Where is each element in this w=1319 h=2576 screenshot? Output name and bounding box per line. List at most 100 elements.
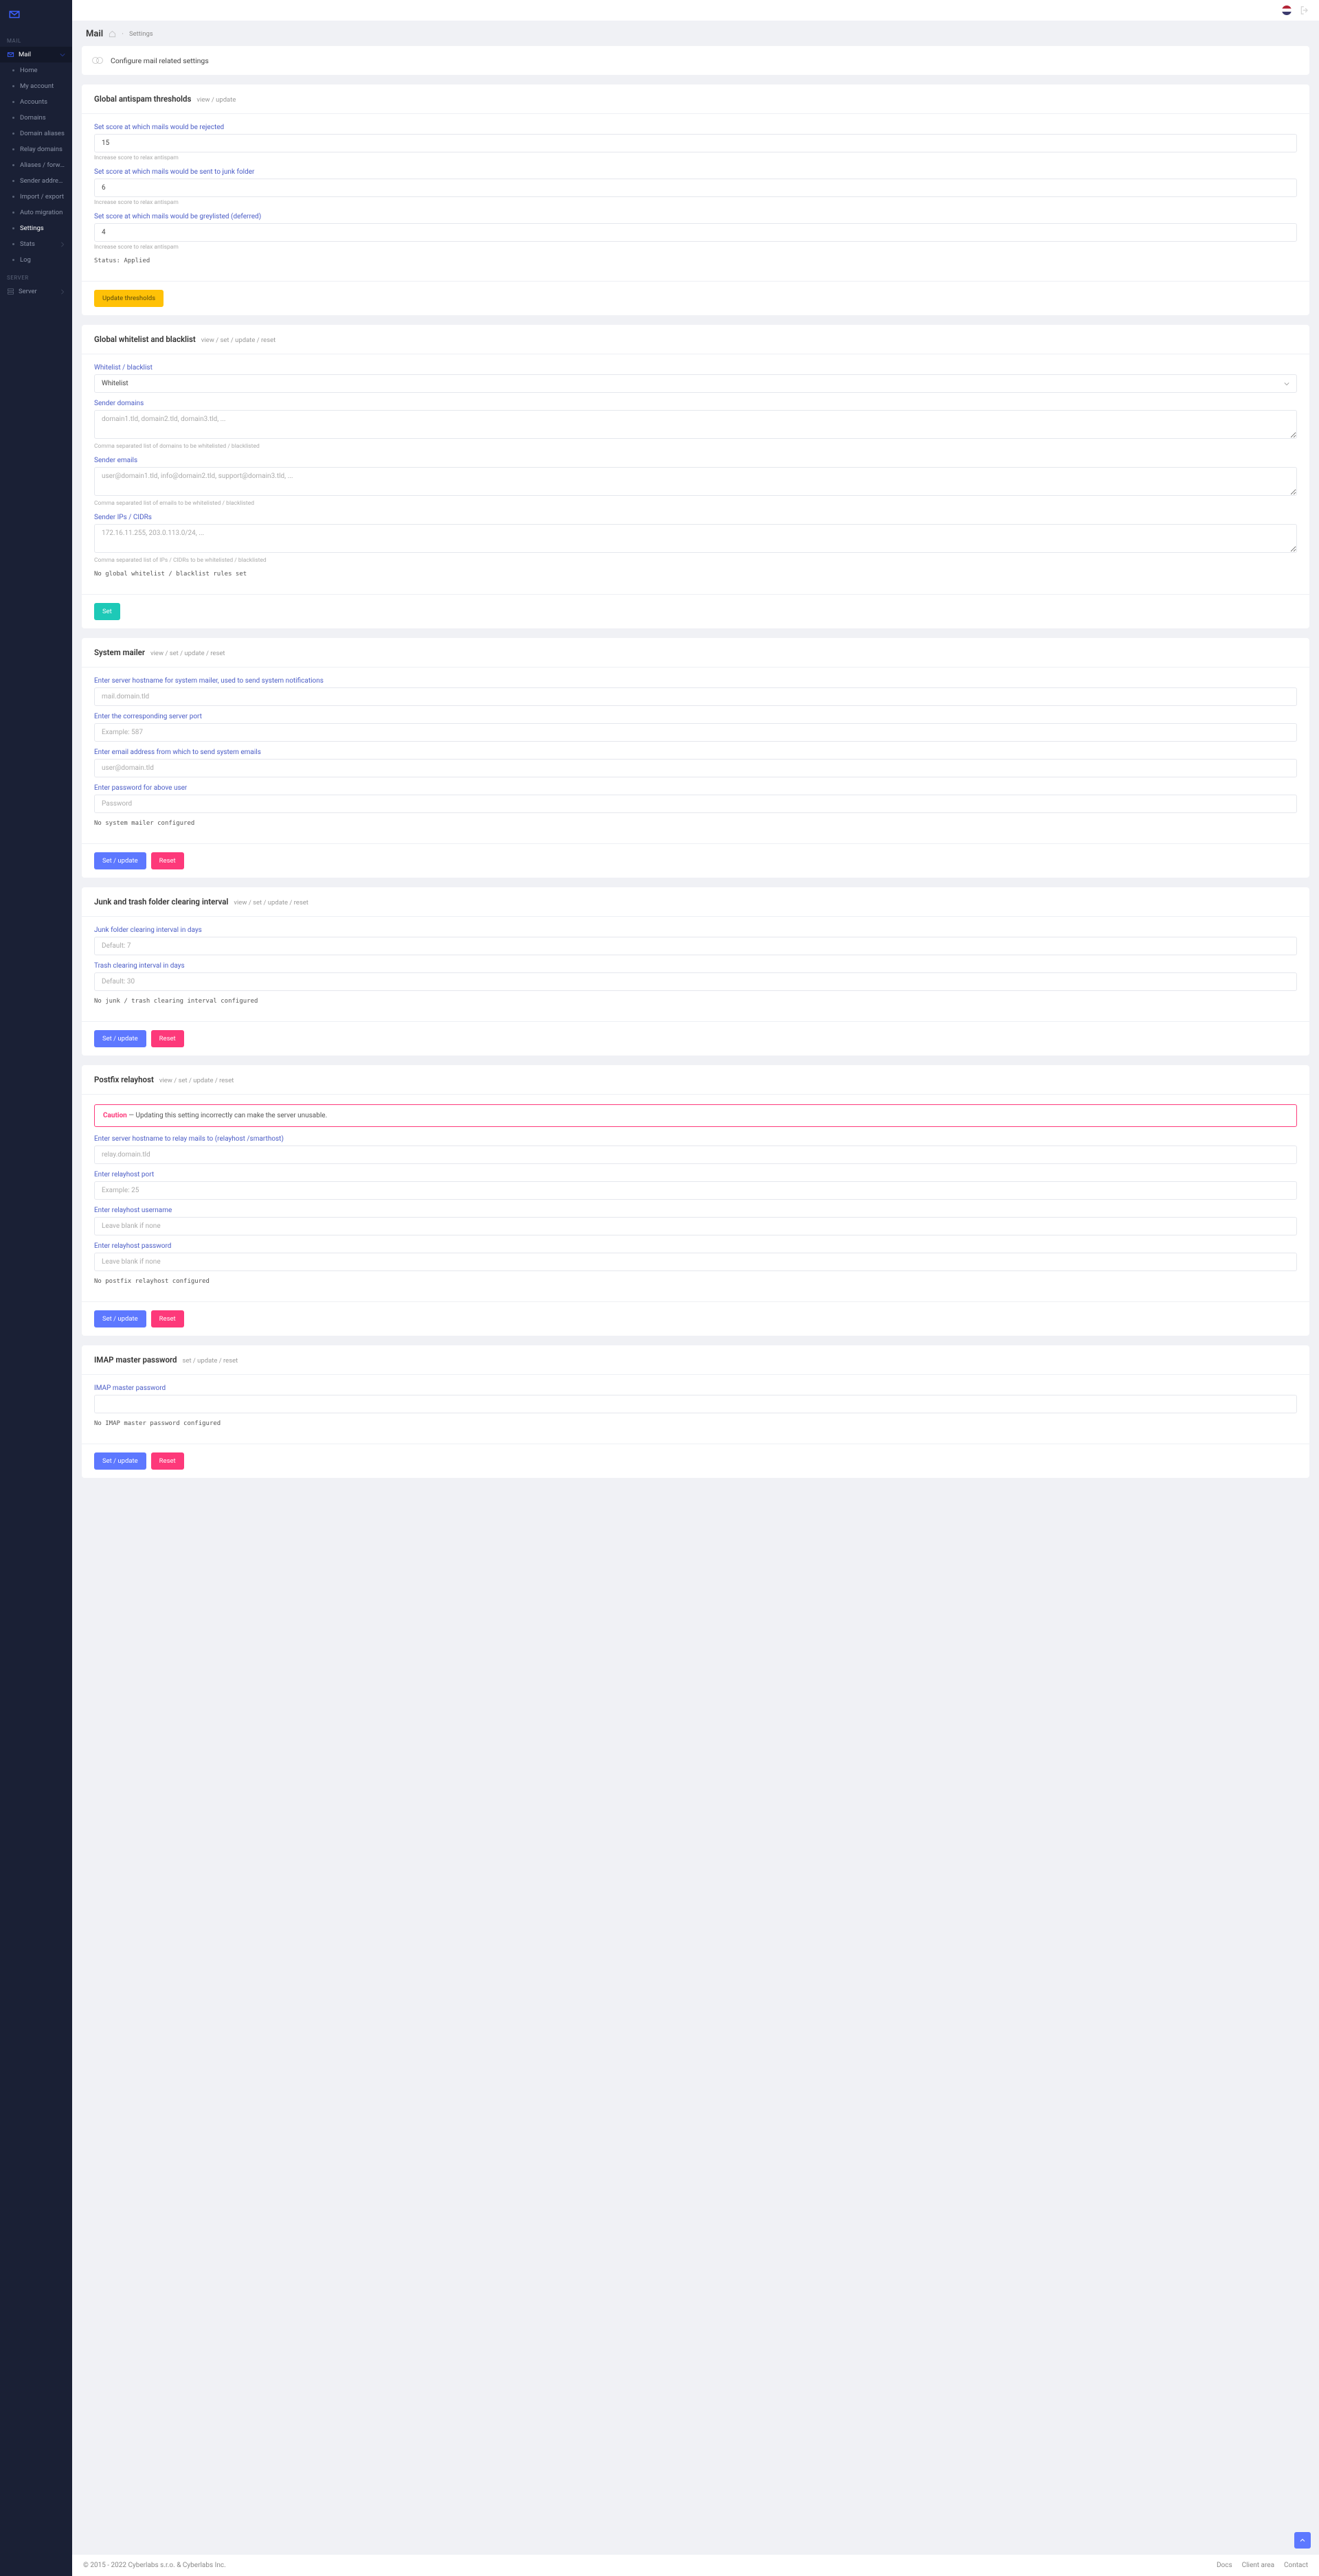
clearing-trash-label: Trash clearing interval in days [94,962,1297,970]
section-mail: MAIL [0,31,72,47]
sidebar-item-settings[interactable]: Settings [0,220,72,236]
update-thresholds-button[interactable]: Update thresholds [94,290,164,307]
relay-port-input[interactable] [94,1181,1297,1200]
sidebar-item-mail[interactable]: Mail [0,47,72,62]
footer-link-contact[interactable]: Contact [1284,2562,1308,2569]
sidebar-item-domain-aliases[interactable]: Domain aliases [0,126,72,141]
junk-score-label: Set score at which mails would be sent t… [94,168,1297,176]
sidebar-item-sender-addresses[interactable]: Sender addresses [0,173,72,189]
wl-domains-label: Sender domains [94,400,1297,407]
wl-ips-label: Sender IPs / CIDRs [94,514,1297,521]
mailer-pass-label: Enter password for above user [94,784,1297,792]
grey-score-label: Set score at which mails would be greyli… [94,213,1297,220]
mailer-email-label: Enter email address from which to send s… [94,749,1297,756]
reject-score-input[interactable] [94,134,1297,152]
wl-domains-textarea[interactable] [94,410,1297,439]
relay-port-label: Enter relayhost port [94,1171,1297,1178]
mailer-pass-input[interactable] [94,795,1297,813]
clearing-junk-label: Junk folder clearing interval in days [94,926,1297,934]
wl-type-label: Whitelist / blacklist [94,364,1297,372]
wl-ips-textarea[interactable] [94,524,1297,553]
imap-reset-button[interactable]: Reset [151,1452,184,1470]
relay-pass-label: Enter relayhost password [94,1242,1297,1250]
footer-link-docs[interactable]: Docs [1217,2562,1232,2569]
clearing-junk-input[interactable] [94,937,1297,955]
home-icon[interactable] [109,30,116,38]
language-flag-icon[interactable] [1282,5,1292,15]
mailer-port-input[interactable] [94,723,1297,742]
sidebar-item-relay-domains[interactable]: Relay domains [0,141,72,157]
mailer-email-input[interactable] [94,759,1297,777]
grey-score-input[interactable] [94,223,1297,242]
relay-user-label: Enter relayhost username [94,1207,1297,1214]
whitelist-status: No global whitelist / blacklist rules se… [94,571,1297,578]
junk-score-input[interactable] [94,179,1297,197]
sidebar-item-domains[interactable]: Domains [0,110,72,126]
page-title: Mail [86,29,103,39]
sidebar-item-aliases-forwards[interactable]: Aliases / forwards [0,157,72,173]
chevron-down-icon [60,52,65,58]
mailer-port-label: Enter the corresponding server port [94,713,1297,720]
wl-emails-textarea[interactable] [94,467,1297,496]
imap-set-button[interactable]: Set / update [94,1452,146,1470]
logo-icon [8,8,21,21]
info-banner: Configure mail related settings [82,46,1309,75]
topbar [72,0,1319,21]
mailer-set-button[interactable]: Set / update [94,852,146,869]
envelope-icon [7,51,14,58]
whitelist-card: Global whitelist and blacklistview / set… [82,325,1309,628]
mailer-host-label: Enter server hostname for system mailer,… [94,677,1297,685]
chevron-right-icon [60,289,65,295]
sidebar-item-log[interactable]: Log [0,252,72,268]
relayhost-alert: Caution — Updating this setting incorrec… [94,1104,1297,1127]
section-server: SERVER [0,268,72,284]
mailer-card: System mailerview / set / update / reset… [82,638,1309,878]
imap-pass-label: IMAP master password [94,1384,1297,1392]
chevron-right-icon [60,242,65,247]
info-icon [91,54,104,67]
logo-area [0,0,72,31]
mailer-host-input[interactable] [94,687,1297,706]
wl-type-select[interactable]: Whitelist [94,374,1297,393]
breadcrumb: Mail · Settings [72,21,1319,46]
relay-status: No postfix relayhost configured [94,1278,1297,1285]
relay-reset-button[interactable]: Reset [151,1310,184,1327]
sidebar-item-auto-migration[interactable]: Auto migration [0,205,72,220]
footer-link-client-area[interactable]: Client area [1242,2562,1274,2569]
reject-score-label: Set score at which mails would be reject… [94,124,1297,131]
clearing-status: No junk / trash clearing interval config… [94,998,1297,1005]
server-icon [7,288,14,295]
relay-pass-input[interactable] [94,1253,1297,1271]
sidebar-item-stats[interactable]: Stats [0,236,72,252]
sidebar-item-my-account[interactable]: My account [0,78,72,94]
clearing-card: Junk and trash folder clearing intervalv… [82,887,1309,1056]
mailer-reset-button[interactable]: Reset [151,852,184,869]
scroll-top-button[interactable] [1294,2532,1311,2549]
relay-host-label: Enter server hostname to relay mails to … [94,1135,1297,1143]
copyright: © 2015 - 2022 Cyberlabs s.r.o. & Cyberla… [83,2562,226,2569]
sidebar-item-import-export[interactable]: Import / export [0,189,72,205]
mailer-status: No system mailer configured [94,820,1297,827]
relay-user-input[interactable] [94,1217,1297,1235]
sidebar-item-server[interactable]: Server [0,284,72,299]
antispam-card: Global antispam thresholdsview / update … [82,84,1309,315]
imap-status: No IMAP master password configured [94,1420,1297,1427]
breadcrumb-crumb: Settings [129,30,153,38]
sidebar: MAIL Mail Home My account Accounts Domai… [0,0,72,2576]
sidebar-item-accounts[interactable]: Accounts [0,94,72,110]
relay-set-button[interactable]: Set / update [94,1310,146,1327]
wl-emails-label: Sender emails [94,457,1297,464]
imap-pass-input[interactable] [94,1395,1297,1413]
sidebar-item-home[interactable]: Home [0,62,72,78]
clearing-trash-input[interactable] [94,972,1297,991]
clearing-reset-button[interactable]: Reset [151,1030,184,1047]
main: Mail · Settings Configure mail related s… [72,0,1319,2576]
relayhost-card: Postfix relayhostview / set / update / r… [82,1065,1309,1336]
logout-icon[interactable] [1300,5,1309,15]
antispam-status: Status: Applied [94,258,1297,264]
whitelist-set-button[interactable]: Set [94,603,120,620]
clearing-set-button[interactable]: Set / update [94,1030,146,1047]
imap-card: IMAP master passwordset / update / reset… [82,1345,1309,1478]
footer: © 2015 - 2022 Cyberlabs s.r.o. & Cyberla… [72,2555,1319,2576]
relay-host-input[interactable] [94,1145,1297,1164]
